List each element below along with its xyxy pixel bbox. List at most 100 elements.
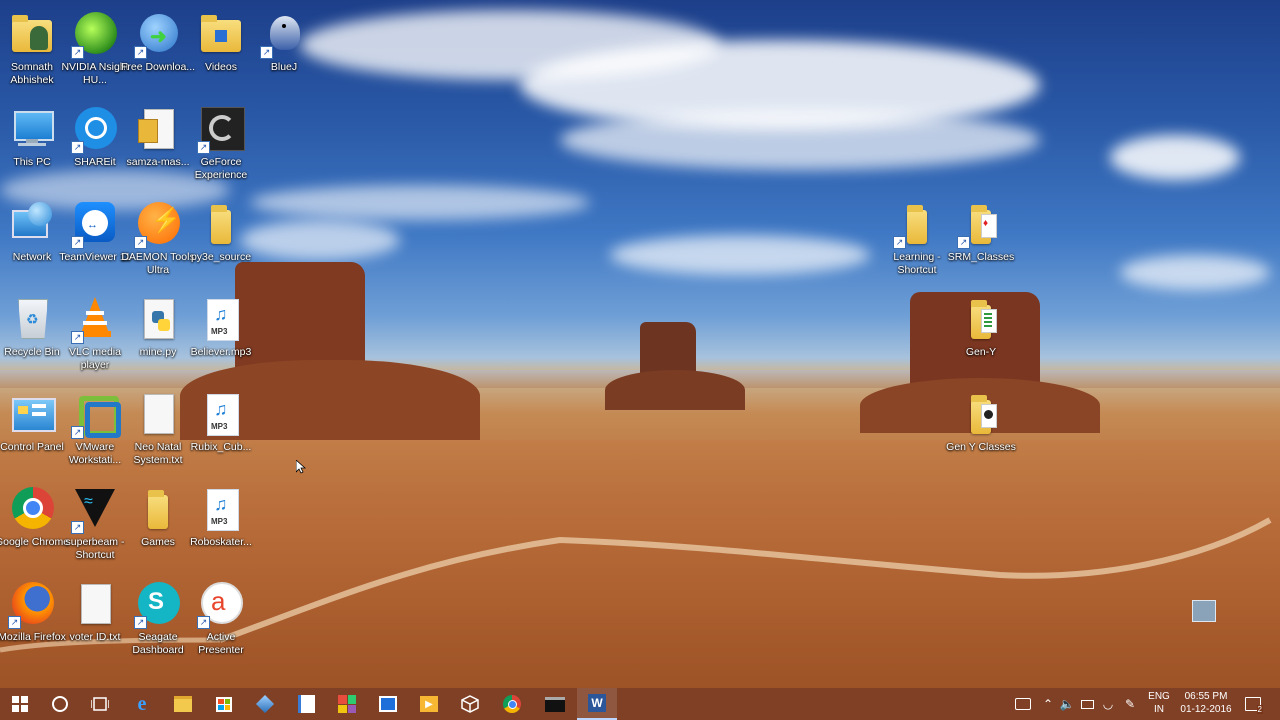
desktop-icon-games[interactable]: Games xyxy=(126,481,190,573)
desktop-icon-py3e-source[interactable]: py3e_source xyxy=(189,196,253,288)
desktop-icon-label: GeForce Experience xyxy=(194,156,248,181)
clock-date: 01-12-2016 xyxy=(1180,704,1232,715)
desktop-icon-label: Active Presenter xyxy=(198,631,244,656)
shortcut-arrow-icon: ↗ xyxy=(197,141,210,154)
cortana-button[interactable] xyxy=(40,688,80,720)
task-view-icon xyxy=(91,697,109,711)
floating-thumbnail[interactable] xyxy=(1192,600,1216,622)
clock[interactable]: 06:55 PM 01-12-2016 xyxy=(1176,690,1236,716)
desktop-icon-label: py3e_source xyxy=(190,251,252,263)
music-file-icon: ♫ MP3 xyxy=(197,485,245,533)
desktop-icon-srm-classes[interactable]: ♦ ↗ SRM_Classes xyxy=(948,196,1014,288)
volume-icon[interactable]: 🔈 xyxy=(1059,696,1075,712)
pen-icon[interactable]: ✎ xyxy=(1122,696,1138,712)
cube-icon xyxy=(255,694,275,714)
zip-archive-icon xyxy=(134,105,182,153)
desktop-icon-active-presenter[interactable]: a ↗ Active Presenter xyxy=(189,576,253,668)
taskbar-edge[interactable]: e xyxy=(122,688,162,720)
desktop-icon-shareit[interactable]: ↗ SHAREit xyxy=(63,101,127,193)
desktop-icon-vlc[interactable]: ↗ VLC media player xyxy=(63,291,127,383)
desktop-icon-believer-mp3[interactable]: ♫ MP3 Believer.mp3 xyxy=(189,291,253,383)
desktop-icon-gen-y[interactable]: Gen-Y xyxy=(949,291,1013,383)
desktop-icon-gen-y-classes[interactable]: Gen Y Classes xyxy=(946,386,1016,478)
action-center-button[interactable]: 2 xyxy=(1243,694,1263,714)
desktop-icon-label: BlueJ xyxy=(270,61,298,73)
task-view-button[interactable] xyxy=(80,688,120,720)
desktop-icon-label: Rubix_Cub... xyxy=(190,441,252,453)
taskbar-media-player[interactable]: ▶ xyxy=(409,688,449,720)
desktop-icon-roboskater-mp3[interactable]: ♫ MP3 Roboskater... xyxy=(189,481,253,573)
desktop-icon-chrome[interactable]: Google Chrome xyxy=(0,481,69,573)
battery-icon[interactable] xyxy=(1079,696,1095,712)
taskbar-office-apps[interactable] xyxy=(327,688,367,720)
desktop-icon-user-folder[interactable]: Somnath Abhishek xyxy=(0,6,64,98)
shortcut-arrow-icon: ↗ xyxy=(134,46,147,59)
shortcut-arrow-icon: ↗ xyxy=(134,236,147,249)
desktop-icon-superbeam[interactable]: ≈ ↗ superbeam - Shortcut xyxy=(63,481,127,573)
desktop-icon-neo-natal[interactable]: Neo Natal System.txt xyxy=(126,386,190,478)
desktop-icon-learning-shortcut[interactable]: ↗ Learning - Shortcut xyxy=(885,196,949,288)
desktop-icon-bluej[interactable]: ↗ BlueJ xyxy=(252,6,316,98)
desktop-icon-vmware[interactable]: ↗ VMware Workstati... xyxy=(63,386,127,478)
store-bag-icon xyxy=(216,696,232,712)
taskbar-3d-app[interactable] xyxy=(450,688,490,720)
music-file-icon: ♫ MP3 xyxy=(197,295,245,343)
shortcut-arrow-icon: ↗ xyxy=(71,46,84,59)
desktop-icon-geforce[interactable]: ↗ GeForce Experience xyxy=(189,101,253,193)
network-icon xyxy=(8,200,56,248)
desktop-icon-teamviewer[interactable]: ↔ ↗ TeamViewer 11 xyxy=(59,196,131,288)
taskbar-word[interactable]: W xyxy=(577,688,617,720)
blue-window-icon xyxy=(379,696,397,712)
desktop-icon-samza-archive[interactable]: samza-mas... xyxy=(126,101,190,193)
music-file-icon: ♫ MP3 xyxy=(197,390,245,438)
desktop-icon-seagate[interactable]: S ↗ Seagate Dashboard xyxy=(126,576,190,668)
desktop-icon-voter-id[interactable]: voter ID.txt xyxy=(63,576,127,668)
shortcut-arrow-icon: ↗ xyxy=(957,236,970,249)
language-code: ENG xyxy=(1148,691,1170,702)
user-folder-icon xyxy=(8,10,56,58)
desktop-icon-recycle-bin[interactable]: ♻ Recycle Bin xyxy=(0,291,64,383)
desktop-icon-control-panel[interactable]: Control Panel xyxy=(0,386,64,478)
camera-icon[interactable] xyxy=(1015,696,1031,712)
desktop-icon-network[interactable]: Network xyxy=(0,196,64,288)
taskbar-virtualbox[interactable] xyxy=(245,688,285,720)
desktop-icon-mine-py[interactable]: mine.py xyxy=(126,291,190,383)
desktop-icon-label: Believer.mp3 xyxy=(190,346,252,358)
desktop-icon-label: Roboskater... xyxy=(190,536,252,548)
taskbar-notepad[interactable] xyxy=(286,688,326,720)
recycle-bin-icon: ♻ xyxy=(8,295,56,343)
folder-icon xyxy=(134,485,182,533)
shortcut-arrow-icon: ↗ xyxy=(134,616,147,629)
spreadsheet-folder-icon xyxy=(957,295,1005,343)
computer-icon xyxy=(8,105,56,153)
shortcut-arrow-icon: ↗ xyxy=(197,616,210,629)
taskbar-store[interactable] xyxy=(204,688,244,720)
media-folder-icon xyxy=(957,390,1005,438)
show-hidden-icons-chevron-icon[interactable]: ⌃ xyxy=(1040,696,1056,712)
notification-count-badge: 2 xyxy=(1256,705,1263,714)
desktop-icon-rubix-mp3[interactable]: ♫ MP3 Rubix_Cub... xyxy=(189,386,253,478)
language-indicator[interactable]: ENG IN xyxy=(1144,690,1174,716)
taskbar-blueprint[interactable] xyxy=(368,688,408,720)
shortcut-arrow-icon: ↗ xyxy=(71,236,84,249)
desktop-icon-this-pc[interactable]: This PC xyxy=(0,101,64,193)
text-document-icon xyxy=(134,390,182,438)
edge-icon: e xyxy=(137,692,147,715)
start-button[interactable] xyxy=(0,688,40,720)
windows-logo-icon xyxy=(12,696,28,712)
notepad-icon xyxy=(297,695,315,713)
desktop-icon-nvidia-nsight[interactable]: ↗ NVIDIA Nsight HU... xyxy=(61,6,129,98)
shortcut-arrow-icon: ↗ xyxy=(71,521,84,534)
chrome-icon xyxy=(8,485,56,533)
taskbar-file-explorer[interactable] xyxy=(163,688,203,720)
wifi-icon[interactable]: ◡ xyxy=(1100,696,1116,712)
desktop-icon-videos[interactable]: Videos xyxy=(189,6,253,98)
taskbar-chrome[interactable] xyxy=(492,688,532,720)
desktop-icon-firefox[interactable]: ↗ Mozilla Firefox xyxy=(0,576,66,668)
mouse-cursor-icon xyxy=(296,460,306,474)
taskbar-terminal[interactable] xyxy=(535,688,575,720)
control-panel-icon xyxy=(8,390,56,438)
desktop-icon-free-download[interactable]: ➜ ↗ Free Downloa... xyxy=(121,6,195,98)
desktop-icon-daemon-tools[interactable]: ⚡ ↗ DAEMON Tools Ultra xyxy=(121,196,195,288)
python-file-icon xyxy=(134,295,182,343)
